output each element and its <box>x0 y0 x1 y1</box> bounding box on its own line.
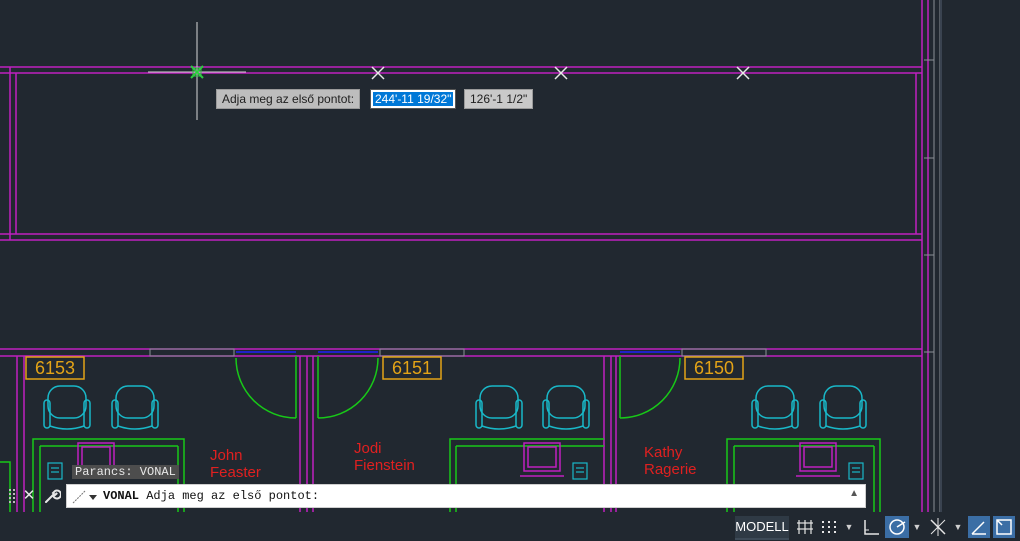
osnap-icon[interactable] <box>927 516 949 538</box>
recent-commands-icon[interactable] <box>71 489 99 505</box>
drawing-canvas[interactable] <box>0 0 1020 541</box>
chevron-down-icon[interactable]: ▼ <box>911 516 923 538</box>
right-column-lines <box>924 0 941 512</box>
command-name: VONAL <box>103 489 140 503</box>
occupant-last-name: Feaster <box>210 464 261 481</box>
chairs <box>43 385 867 430</box>
grid-icon[interactable] <box>795 516 815 538</box>
isodraft-icon[interactable] <box>968 516 990 538</box>
ortho-icon[interactable] <box>861 516 881 538</box>
occupant-last-name: Fienstein <box>354 457 415 474</box>
chevron-down-icon[interactable]: ▼ <box>952 516 964 538</box>
right-wall-lines <box>921 0 929 512</box>
room-number-6150: 6150 <box>693 358 735 378</box>
command-history-line: Parancs: VONAL <box>72 465 179 479</box>
occupant-first-name: Kathy <box>644 444 683 461</box>
dynamic-input-prompt: Adja meg az első pontot: <box>216 89 361 109</box>
chevron-down-icon[interactable]: ▼ <box>843 516 855 538</box>
room-number-6153: 6153 <box>34 358 76 378</box>
viewport-edge <box>940 0 942 512</box>
status-bar: MODELL ▼ ▼ ▼ <box>0 513 1020 541</box>
dynamic-input-x-field[interactable]: 244'-11 19/32" <box>370 89 457 109</box>
command-text: VONAL Adja meg az első pontot: <box>103 485 319 507</box>
wrench-icon[interactable] <box>43 487 61 505</box>
command-input[interactable]: VONAL Adja meg az első pontot: ▲ <box>66 484 866 508</box>
doors <box>235 356 681 419</box>
corridor-walls <box>0 66 922 241</box>
dynamic-ucs-icon[interactable] <box>993 516 1015 538</box>
occupant-first-name: Jodi <box>354 440 382 457</box>
occupant-last-name: Ragerie <box>644 461 697 478</box>
monitors <box>77 442 840 477</box>
x-value-selected[interactable]: 244'-11 19/32" <box>373 92 454 106</box>
occupant-first-name: John <box>210 447 243 464</box>
close-icon[interactable]: ✕ <box>22 486 36 506</box>
model-tab[interactable]: MODELL <box>735 516 789 540</box>
grip-icon[interactable] <box>8 487 16 505</box>
room-number-6151: 6151 <box>391 358 433 378</box>
snap-icon[interactable] <box>819 516 839 538</box>
command-line-bar: ✕ VONAL Adja meg az első pontot: ▲ <box>0 483 868 509</box>
command-prompt: Adja meg az első pontot: <box>146 489 320 503</box>
polar-tracking-icon[interactable] <box>885 516 909 538</box>
chevron-up-icon[interactable]: ▲ <box>849 488 859 499</box>
dynamic-input-y-field[interactable]: 126'-1 1/2" <box>464 89 534 109</box>
